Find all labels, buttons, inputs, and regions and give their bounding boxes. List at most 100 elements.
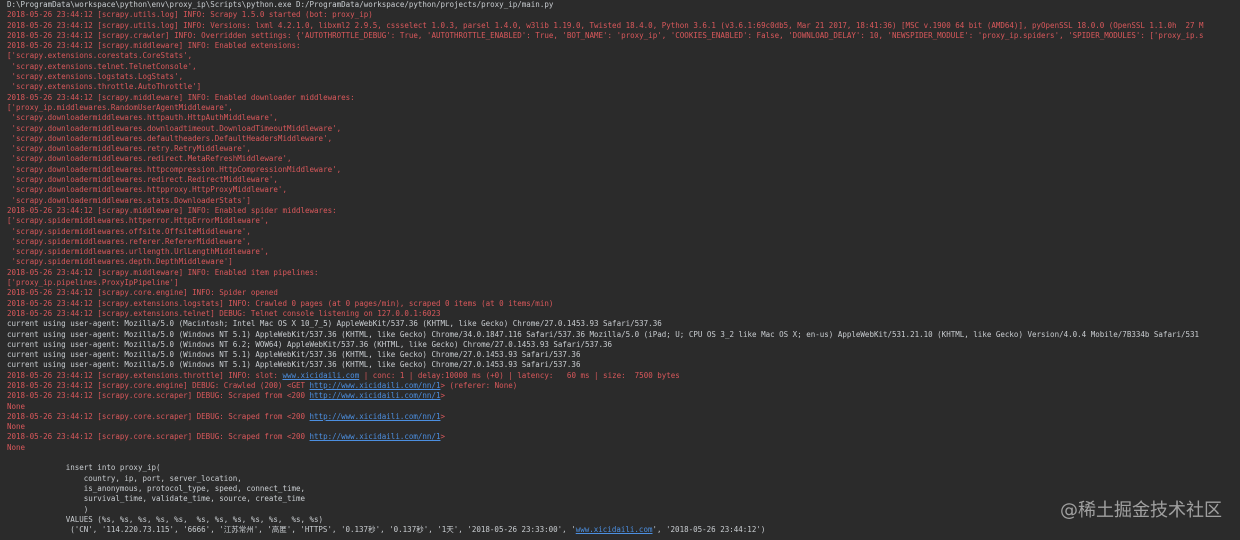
- console-line: 2018-05-26 23:44:12 [scrapy.core.scraper…: [7, 432, 1240, 442]
- console-text: survival_time, validate_time, source, cr…: [7, 494, 306, 504]
- console-text: 'scrapy.downloadermiddlewares.redirect.R…: [7, 175, 278, 185]
- console-text: 'scrapy.spidermiddlewares.offsite.Offsit…: [7, 226, 251, 236]
- console-line: 'scrapy.downloadermiddlewares.httpproxy.…: [7, 185, 1240, 195]
- console-text: 2018-05-26 23:44:12 [scrapy.core.engine]…: [7, 380, 310, 390]
- console-line: 'scrapy.downloadermiddlewares.defaulthea…: [7, 134, 1240, 144]
- console-line: 2018-05-26 23:44:12 [scrapy.extensions.t…: [7, 371, 1240, 381]
- console-line: 'scrapy.spidermiddlewares.urllength.UrlL…: [7, 247, 1240, 257]
- console-line: 'scrapy.downloadermiddlewares.redirect.M…: [7, 154, 1240, 164]
- console-line: insert into proxy_ip(: [7, 463, 1240, 473]
- console-line: ('CN', '114.220.73.115', '6666', '江苏常州',…: [7, 525, 1240, 535]
- console-text: 2018-05-26 23:44:12 [scrapy.core.scraper…: [7, 411, 310, 421]
- console-text: 'scrapy.spidermiddlewares.depth.DepthMid…: [7, 257, 233, 267]
- console-text: None: [7, 442, 26, 452]
- console-line: 2018-05-26 23:44:12 [scrapy.middleware] …: [7, 268, 1240, 278]
- console-line: ): [7, 505, 1240, 515]
- console-text: country, ip, port, server_location,: [7, 473, 242, 483]
- console-text: 'scrapy.downloadermiddlewares.httpcompre…: [7, 164, 342, 174]
- console-text: is_anonymous, protocol_type, speed, conn…: [7, 483, 306, 493]
- console-text: 'scrapy.downloadermiddlewares.redirect.M…: [7, 154, 292, 164]
- console-text: current using user-agent: Mozilla/5.0 (W…: [7, 339, 613, 349]
- console-line: ['scrapy.spidermiddlewares.httperror.Htt…: [7, 216, 1240, 226]
- console-text: 'scrapy.extensions.throttle.AutoThrottle…: [7, 82, 202, 92]
- url-link[interactable]: http://www.xicidaili.com/nn/1: [310, 391, 441, 400]
- console-text: 'scrapy.extensions.telnet.TelnetConsole'…: [7, 61, 197, 71]
- console-output: D:\ProgramData\workspace\python\env\prox…: [7, 0, 1240, 540]
- url-link[interactable]: www.xicidaili.com: [282, 371, 359, 380]
- console-line: 'scrapy.downloadermiddlewares.stats.Down…: [7, 196, 1240, 206]
- console-text: current using user-agent: Mozilla/5.0 (W…: [7, 329, 1200, 339]
- console-line: 'scrapy.spidermiddlewares.referer.Refere…: [7, 237, 1240, 247]
- console-text: current using user-agent: Mozilla/5.0 (W…: [7, 350, 581, 360]
- console-line: country, ip, port, server_location,: [7, 474, 1240, 484]
- console-text: current using user-agent: Mozilla/5.0 (M…: [7, 319, 662, 329]
- console-text: ): [7, 504, 89, 514]
- console-line: None: [7, 422, 1240, 432]
- url-link[interactable]: http://www.xicidaili.com/nn/1: [310, 432, 441, 441]
- console-text: ', '2018-05-26 23:44:12'): [652, 525, 766, 535]
- console-line: VALUES (%s, %s, %s, %s, %s, %s, %s, %s, …: [7, 515, 1240, 525]
- console-line: current using user-agent: Mozilla/5.0 (M…: [7, 319, 1240, 329]
- console-line: 'scrapy.downloadermiddlewares.downloadti…: [7, 124, 1240, 134]
- console-line: 2018-05-26 23:44:12 [scrapy.crawler] INF…: [7, 31, 1240, 41]
- console-text: current using user-agent: Mozilla/5.0 (W…: [7, 360, 581, 370]
- console-line: current using user-agent: Mozilla/5.0 (W…: [7, 330, 1240, 340]
- console-line: survival_time, validate_time, source, cr…: [7, 494, 1240, 504]
- console-text: | conc: 1 | delay:10000 ms (+0) | latenc…: [359, 370, 680, 380]
- console-line: 'scrapy.extensions.throttle.AutoThrottle…: [7, 82, 1240, 92]
- console-text: None: [7, 422, 26, 432]
- console-line: 'scrapy.downloadermiddlewares.retry.Retr…: [7, 144, 1240, 154]
- console-text: ['proxy_ip.pipelines.ProxyIpPipeline']: [7, 278, 179, 288]
- console-line: 2018-05-26 23:44:12 [scrapy.middleware] …: [7, 206, 1240, 216]
- console-text: 2018-05-26 23:44:12 [scrapy.middleware] …: [7, 205, 337, 215]
- console-line: 'scrapy.spidermiddlewares.offsite.Offsit…: [7, 227, 1240, 237]
- console-line: is_anonymous, protocol_type, speed, conn…: [7, 484, 1240, 494]
- console-line: ['proxy_ip.pipelines.ProxyIpPipeline']: [7, 278, 1240, 288]
- console-line: None: [7, 443, 1240, 453]
- console-text: 2018-05-26 23:44:12 [scrapy.middleware] …: [7, 267, 319, 277]
- console-text: 'scrapy.downloadermiddlewares.defaulthea…: [7, 133, 333, 143]
- console-text: 2018-05-26 23:44:12 [scrapy.extensions.t…: [7, 370, 283, 380]
- console-text: 2018-05-26 23:44:12 [scrapy.utils.log] I…: [7, 20, 1204, 30]
- console-text: 2018-05-26 23:44:12 [scrapy.crawler] INF…: [7, 30, 1204, 40]
- console-line: 2018-05-26 23:44:12 [scrapy.extensions.t…: [7, 309, 1240, 319]
- console-line: ['scrapy.extensions.corestats.CoreStats'…: [7, 51, 1240, 61]
- console-text: >: [440, 391, 445, 401]
- console-text: 2018-05-26 23:44:12 [scrapy.extensions.t…: [7, 308, 441, 318]
- console-text: 2018-05-26 23:44:12 [scrapy.utils.log] I…: [7, 10, 373, 20]
- console-line: 2018-05-26 23:44:12 [scrapy.extensions.l…: [7, 299, 1240, 309]
- console-line: 2018-05-26 23:44:12 [scrapy.middleware] …: [7, 93, 1240, 103]
- url-link[interactable]: http://www.xicidaili.com/nn/1: [310, 412, 441, 421]
- console-line: 'scrapy.downloadermiddlewares.redirect.R…: [7, 175, 1240, 185]
- console-text: 'scrapy.extensions.logstats.LogStats',: [7, 72, 184, 82]
- console-text: > (referer: None): [440, 380, 518, 390]
- console-line: 'scrapy.downloadermiddlewares.httpauth.H…: [7, 113, 1240, 123]
- console-line: 2018-05-26 23:44:12 [scrapy.core.scraper…: [7, 412, 1240, 422]
- console-line: 'scrapy.extensions.logstats.LogStats',: [7, 72, 1240, 82]
- console-text: 2018-05-26 23:44:12 [scrapy.core.scraper…: [7, 432, 310, 442]
- console-text: 'scrapy.downloadermiddlewares.retry.Retr…: [7, 144, 251, 154]
- console-line: current using user-agent: Mozilla/5.0 (W…: [7, 350, 1240, 360]
- console-text: 2018-05-26 23:44:12 [scrapy.core.scraper…: [7, 391, 310, 401]
- console-text: >: [440, 411, 445, 421]
- console-line: 2018-05-26 23:44:12 [scrapy.core.scraper…: [7, 391, 1240, 401]
- console-line: 'scrapy.spidermiddlewares.depth.DepthMid…: [7, 257, 1240, 267]
- console-line: 2018-05-26 23:44:12 [scrapy.utils.log] I…: [7, 21, 1240, 31]
- console-text: 'scrapy.downloadermiddlewares.httpauth.H…: [7, 113, 278, 123]
- url-link[interactable]: http://www.xicidaili.com/nn/1: [310, 381, 441, 390]
- console-text: ['proxy_ip.middlewares.RandomUserAgentMi…: [7, 102, 233, 112]
- console-line: 'scrapy.downloadermiddlewares.httpcompre…: [7, 165, 1240, 175]
- console-line: current using user-agent: Mozilla/5.0 (W…: [7, 340, 1240, 350]
- console-line: 'scrapy.extensions.telnet.TelnetConsole'…: [7, 62, 1240, 72]
- console-line: D:\ProgramData\workspace\python\env\prox…: [7, 0, 1240, 10]
- url-link[interactable]: www.xicidaili.com: [576, 525, 653, 534]
- console-text: ('CN', '114.220.73.115', '6666', '江苏常州',…: [7, 525, 576, 535]
- console-text: None: [7, 401, 26, 411]
- console-text: 'scrapy.spidermiddlewares.referer.Refere…: [7, 236, 251, 246]
- console-text: 'scrapy.downloadermiddlewares.httpproxy.…: [7, 185, 287, 195]
- console-text: 2018-05-26 23:44:12 [scrapy.middleware] …: [7, 92, 355, 102]
- console-text: 2018-05-26 23:44:12 [scrapy.extensions.l…: [7, 298, 554, 308]
- console-line: 2018-05-26 23:44:12 [scrapy.middleware] …: [7, 41, 1240, 51]
- console-line: 2018-05-26 23:44:12 [scrapy.core.engine]…: [7, 288, 1240, 298]
